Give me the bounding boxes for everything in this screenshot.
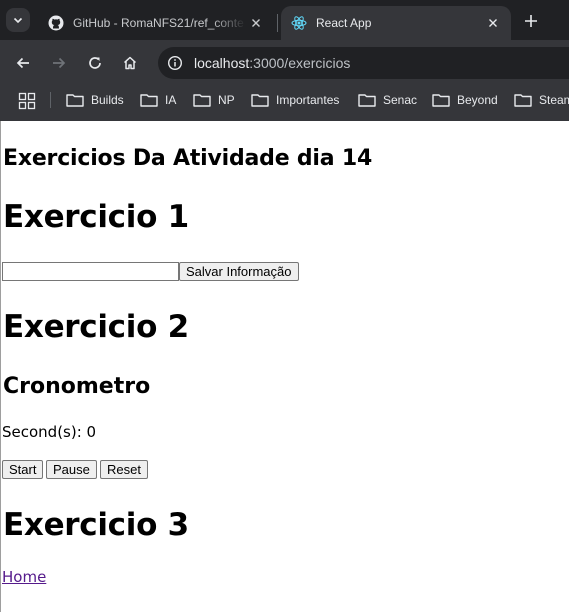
folder-icon [140, 94, 158, 107]
apps-grid-icon[interactable] [18, 92, 36, 110]
bookmark-folder[interactable]: Builds [66, 90, 124, 110]
bookmark-label: Senac [383, 93, 418, 107]
bookmarks-divider [50, 92, 51, 108]
chevron-down-icon [13, 17, 23, 24]
folder-icon [432, 94, 450, 107]
folder-icon [193, 94, 211, 107]
save-info-button[interactable]: Salvar Informação [179, 262, 299, 281]
exercise-3-title: Exercicio 3 [3, 507, 189, 543]
bookmark-label: Importantes [276, 93, 340, 107]
browser-toolbar: localhost:3000/exercicios [0, 40, 569, 86]
home-link[interactable]: Home [2, 568, 46, 586]
tab-title: GitHub - RomaNFS21/ref_conte [73, 16, 244, 30]
browser-chrome: GitHub - RomaNFS21/ref_conte React App l… [0, 0, 569, 121]
new-tab-button[interactable] [519, 9, 543, 33]
bookmark-label: Beyond [457, 93, 498, 107]
reload-icon [89, 57, 101, 69]
exercise-1-title: Exercicio 1 [3, 199, 189, 235]
bookmark-folder[interactable]: Steam [514, 90, 569, 110]
bookmark-label: NP [218, 93, 235, 107]
url-path: :3000/exercicios [249, 55, 351, 71]
site-info-icon[interactable] [164, 52, 186, 74]
reset-button[interactable]: Reset [100, 460, 148, 479]
info-input[interactable] [2, 262, 179, 281]
reload-button[interactable] [83, 51, 107, 75]
bookmark-folder[interactable]: NP [193, 90, 235, 110]
tab-title: React App [316, 16, 372, 30]
back-button[interactable] [11, 51, 35, 75]
tab-strip: GitHub - RomaNFS21/ref_conte React App [0, 0, 569, 40]
bookmark-folder[interactable]: IA [140, 90, 176, 110]
folder-icon [358, 94, 376, 107]
arrow-right-icon [53, 57, 66, 69]
stopwatch-title: Cronometro [3, 374, 151, 399]
bookmark-label: Steam [539, 93, 569, 107]
forward-button[interactable] [47, 51, 71, 75]
page-content: Exercicios Da Atividade dia 14 Exercicio… [0, 121, 569, 612]
bookmark-label: Builds [91, 93, 124, 107]
start-button[interactable]: Start [2, 460, 44, 479]
tab-github[interactable]: GitHub - RomaNFS21/ref_conte [38, 6, 274, 40]
address-bar[interactable]: localhost:3000/exercicios [158, 47, 569, 79]
arrow-left-icon [16, 57, 29, 69]
url-host: localhost [194, 55, 250, 71]
folder-icon [66, 94, 84, 107]
pause-button[interactable]: Pause [46, 460, 97, 479]
react-icon [291, 15, 307, 31]
tab-search-button[interactable] [6, 8, 30, 32]
bookmark-label: IA [165, 93, 177, 107]
folder-icon [514, 94, 532, 107]
plus-icon [525, 15, 537, 27]
bookmarks-bar: Builds IA NP Importantes Senac Beyond St… [0, 86, 569, 121]
folder-icon [251, 94, 269, 107]
tab-divider [277, 14, 278, 32]
url-text: localhost:3000/exercicios [194, 55, 350, 71]
home-button[interactable] [118, 51, 142, 75]
page-heading: Exercicios Da Atividade dia 14 [3, 146, 373, 171]
seconds-display: Second(s): 0 [2, 423, 97, 441]
tab-react-app[interactable]: React App [281, 6, 511, 40]
bookmark-folder[interactable]: Beyond [432, 90, 498, 110]
close-icon[interactable] [246, 13, 266, 33]
bookmark-folder[interactable]: Senac [358, 90, 417, 110]
exercise-2-title: Exercicio 2 [3, 309, 189, 345]
home-icon [123, 56, 137, 70]
close-icon[interactable] [483, 13, 503, 33]
github-icon [48, 15, 64, 31]
bookmark-folder[interactable]: Importantes [251, 90, 339, 110]
